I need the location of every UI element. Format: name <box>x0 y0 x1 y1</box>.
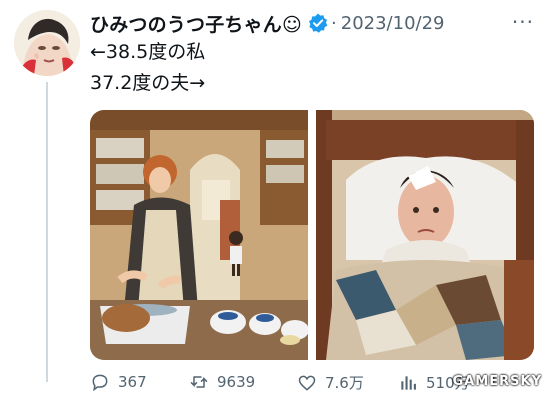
reply-count: 367 <box>118 373 147 391</box>
media-image-sickbed[interactable] <box>316 110 534 360</box>
avatar-illustration <box>14 10 80 76</box>
retweet-icon <box>190 376 208 388</box>
display-name[interactable]: ひみつのうつ子ちゃん☺ <box>90 10 302 37</box>
reply-button[interactable]: 367 <box>90 372 147 392</box>
tweet-header: ひみつのうつ子ちゃん☺ · 2023/10/29 <box>90 10 445 37</box>
media-image-kitchen[interactable] <box>90 110 308 360</box>
retweet-button[interactable]: 9639 <box>189 372 255 392</box>
meta-separator: · <box>331 12 337 34</box>
like-count: 7.6万 <box>325 374 364 392</box>
post-date[interactable]: 2023/10/29 <box>341 13 445 34</box>
verified-badge-icon <box>307 12 329 34</box>
like-button[interactable]: 7.6万 <box>297 372 364 393</box>
reply-icon <box>92 374 108 392</box>
tweet-text-line-2: 37.2度の夫→ <box>90 72 206 94</box>
heart-icon <box>298 375 316 391</box>
tweet-text-line-1: ←38.5度の私 <box>90 41 206 63</box>
avatar[interactable] <box>14 10 80 76</box>
more-options-icon[interactable]: ··· <box>512 10 534 34</box>
thread-line <box>46 82 48 382</box>
views-icon <box>401 375 416 390</box>
watermark-text: GAMERSKY <box>452 374 542 389</box>
retweet-count: 9639 <box>217 373 256 391</box>
